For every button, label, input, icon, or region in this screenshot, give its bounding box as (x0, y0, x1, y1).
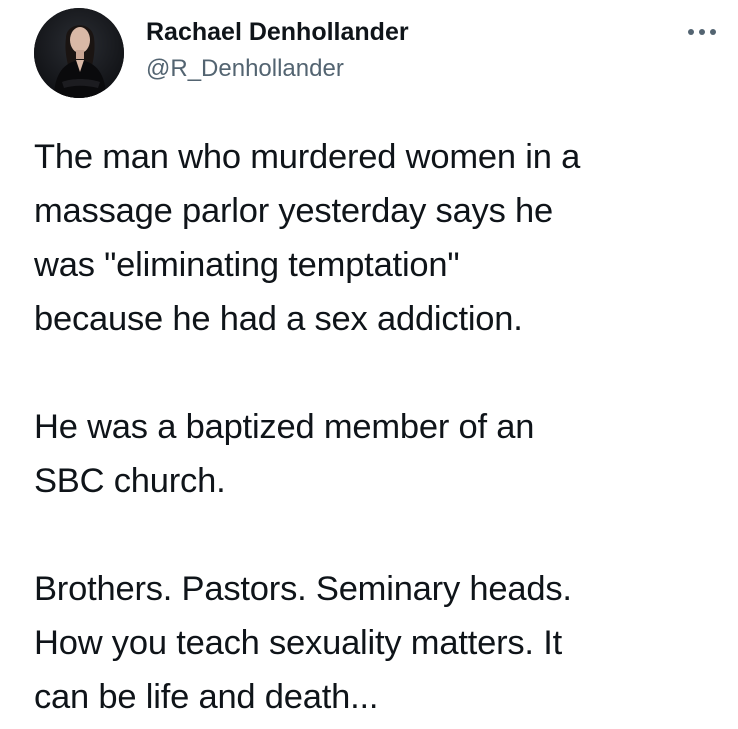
tweet-text: The man who murdered women in a massage … (34, 130, 724, 724)
more-horizontal-icon (688, 29, 716, 35)
author-handle[interactable]: @R_Denhollander (146, 54, 344, 84)
more-options-button[interactable] (682, 18, 722, 46)
profile-photo-icon (34, 8, 124, 98)
tweet: Rachael Denhollander @R_Denhollander The… (0, 0, 738, 729)
avatar[interactable] (34, 8, 124, 98)
tweet-paragraph: Brothers. Pastors. Seminary heads. How y… (34, 570, 572, 716)
author-display-name[interactable]: Rachael Denhollander (146, 16, 409, 48)
tweet-paragraph: The man who murdered women in a massage … (34, 138, 581, 338)
tweet-paragraph: He was a baptized member of an SBC churc… (34, 408, 535, 500)
